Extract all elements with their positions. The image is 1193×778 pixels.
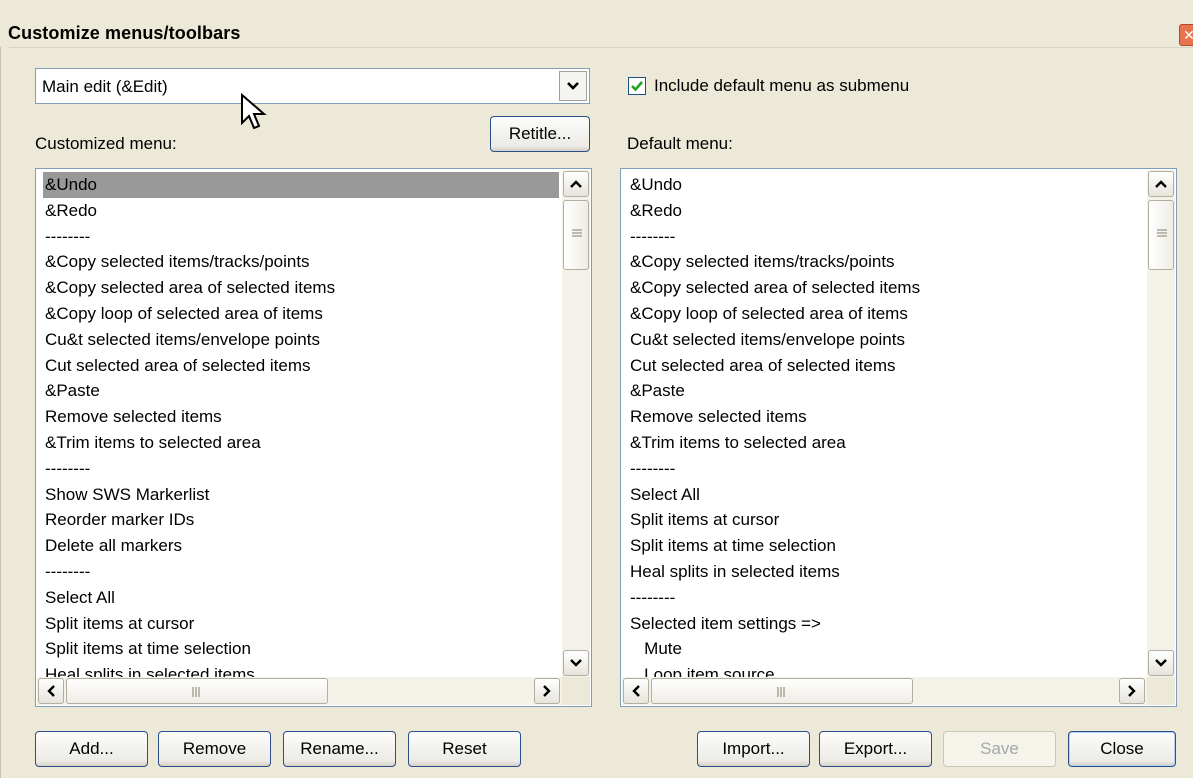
scroll-left-button[interactable] (38, 678, 64, 704)
scroll-down-button[interactable] (563, 650, 589, 676)
list-item[interactable]: &Copy loop of selected area of items (628, 301, 1144, 327)
window-title: Customize menus/toolbars (8, 23, 241, 43)
list-item[interactable]: Select All (628, 482, 1144, 508)
list-item[interactable]: Selected item settings => (628, 611, 1144, 637)
list-item[interactable]: Split items at cursor (628, 507, 1144, 533)
chevron-down-icon (570, 659, 582, 667)
rename-button[interactable]: Rename... (283, 731, 396, 767)
scroll-left-button[interactable] (623, 678, 649, 704)
mouse-cursor-icon (241, 93, 267, 130)
list-item[interactable]: Split items at time selection (43, 636, 559, 662)
grip-icon (1157, 229, 1167, 237)
scroll-up-button[interactable] (1148, 171, 1174, 197)
menu-select-value: Main edit (&Edit) (42, 77, 168, 96)
horizontal-scroll-thumb[interactable] (66, 678, 328, 704)
default-horizontal-scrollbar[interactable] (622, 677, 1175, 705)
customized-horizontal-scrollbar[interactable] (37, 677, 590, 705)
list-item[interactable]: -------- (628, 585, 1144, 611)
list-item[interactable]: Cu&t selected items/envelope points (43, 327, 559, 353)
list-item[interactable]: -------- (628, 456, 1144, 482)
chevron-down-icon (567, 82, 579, 90)
list-item[interactable]: &Copy selected items/tracks/points (628, 249, 1144, 275)
chevron-right-icon (1128, 685, 1136, 697)
scroll-right-button[interactable] (534, 678, 560, 704)
list-item[interactable]: Remove selected items (628, 404, 1144, 430)
list-item[interactable]: &Paste (628, 378, 1144, 404)
menu-select[interactable]: Main edit (&Edit) (35, 68, 590, 104)
list-item[interactable]: -------- (43, 559, 559, 585)
customized-menu-list[interactable]: &Undo &Redo -------- &Copy selected items/t… (35, 168, 592, 707)
grip-icon (572, 229, 582, 237)
vertical-scroll-thumb[interactable] (1148, 200, 1174, 270)
save-button[interactable]: Save (943, 731, 1056, 767)
list-item[interactable]: &Redo (628, 198, 1144, 224)
list-item[interactable]: -------- (43, 224, 559, 250)
title-bar: Customize menus/toolbars ✕ (0, 0, 1193, 48)
default-menu-items: &Undo &Redo -------- &Copy selected items/t… (628, 172, 1144, 688)
list-item[interactable]: Show SWS Markerlist (43, 482, 559, 508)
customized-menu-items: &Undo &Redo -------- &Copy selected items/t… (43, 172, 559, 688)
grip-icon (777, 687, 785, 697)
scroll-up-button[interactable] (563, 171, 589, 197)
list-item[interactable]: Reorder marker IDs (43, 507, 559, 533)
grip-icon (192, 687, 200, 697)
chevron-right-icon (543, 685, 551, 697)
list-item[interactable]: &Undo (43, 172, 559, 198)
list-item[interactable]: &Trim items to selected area (628, 430, 1144, 456)
list-item[interactable]: &Copy selected items/tracks/points (43, 249, 559, 275)
list-item[interactable]: &Trim items to selected area (43, 430, 559, 456)
include-default-label[interactable]: Include default menu as submenu (654, 76, 909, 96)
list-item[interactable]: &Copy loop of selected area of items (43, 301, 559, 327)
chevron-left-icon (47, 685, 55, 697)
scroll-right-button[interactable] (1119, 678, 1145, 704)
scrollbar-corner (1147, 677, 1175, 705)
list-item[interactable]: -------- (628, 224, 1144, 250)
import-button[interactable]: Import... (697, 731, 810, 767)
chevron-up-icon (570, 180, 582, 188)
include-default-checkbox[interactable] (628, 77, 646, 95)
default-menu-list[interactable]: &Undo &Redo -------- &Copy selected items/t… (620, 168, 1177, 707)
customized-menu-label: Customized menu: (35, 134, 177, 153)
list-item[interactable]: -------- (43, 456, 559, 482)
horizontal-scroll-thumb[interactable] (651, 678, 913, 704)
checkmark-icon (631, 81, 643, 92)
list-item[interactable]: Cut selected area of selected items (628, 353, 1144, 379)
list-item[interactable]: Remove selected items (43, 404, 559, 430)
window-left-border (0, 47, 9, 778)
list-item[interactable]: Heal splits in selected items (628, 559, 1144, 585)
remove-button[interactable]: Remove (158, 731, 271, 767)
window-close-icon[interactable]: ✕ (1179, 24, 1193, 46)
scroll-down-button[interactable] (1148, 650, 1174, 676)
list-item[interactable]: &Copy selected area of selected items (628, 275, 1144, 301)
list-item[interactable]: Split items at cursor (43, 611, 559, 637)
list-item[interactable]: Select All (43, 585, 559, 611)
retitle-button[interactable]: Retitle... (490, 116, 590, 152)
vertical-scroll-thumb[interactable] (563, 200, 589, 270)
list-item[interactable]: Cut selected area of selected items (43, 353, 559, 379)
list-item[interactable]: Mute (628, 636, 1144, 662)
reset-button[interactable]: Reset (408, 731, 521, 767)
chevron-left-icon (632, 685, 640, 697)
chevron-down-icon (1155, 659, 1167, 667)
list-item[interactable]: &Paste (43, 378, 559, 404)
list-item[interactable]: &Redo (43, 198, 559, 224)
close-button[interactable]: Close (1068, 731, 1176, 767)
default-vertical-scrollbar[interactable] (1147, 170, 1175, 677)
list-item[interactable]: Cu&t selected items/envelope points (628, 327, 1144, 353)
default-menu-label: Default menu: (627, 134, 733, 153)
chevron-up-icon (1155, 180, 1167, 188)
dropdown-arrow-button[interactable] (559, 71, 587, 101)
list-item[interactable]: Split items at time selection (628, 533, 1144, 559)
scrollbar-corner (562, 677, 590, 705)
add-button[interactable]: Add... (35, 731, 148, 767)
list-item[interactable]: Delete all markers (43, 533, 559, 559)
list-item[interactable]: &Copy selected area of selected items (43, 275, 559, 301)
customized-vertical-scrollbar[interactable] (562, 170, 590, 677)
export-button[interactable]: Export... (819, 731, 932, 767)
list-item[interactable]: &Undo (628, 172, 1144, 198)
